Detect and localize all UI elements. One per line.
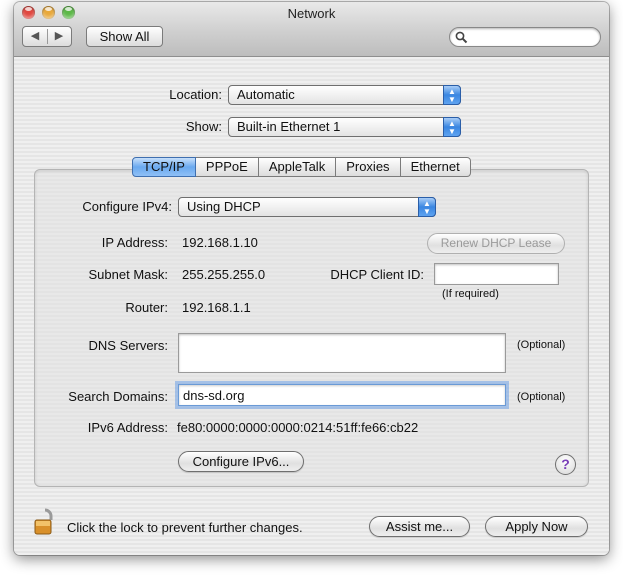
show-popup[interactable]: Built-in Ethernet 1 ▲ ▼ [228, 117, 461, 137]
segment-divider [47, 29, 48, 44]
assist-me-button[interactable]: Assist me... [369, 516, 470, 537]
dns-servers-label: DNS Servers: [88, 338, 168, 353]
subnet-mask-label: Subnet Mask: [88, 267, 169, 282]
ip-address-value: 192.168.1.10 [182, 235, 258, 250]
dhcp-client-id-label: DHCP Client ID: [330, 267, 424, 282]
help-button[interactable]: ? [555, 454, 576, 475]
location-popup[interactable]: Automatic ▲ ▼ [228, 85, 461, 105]
show-value: Built-in Ethernet 1 [237, 119, 341, 134]
if-required-hint: (If required) [442, 288, 499, 300]
popup-arrows-icon: ▲ ▼ [443, 85, 461, 105]
lock-icon[interactable] [32, 507, 58, 537]
dns-servers-input[interactable] [178, 333, 506, 373]
preferences-content: Location: Automatic ▲ ▼ Show: Built-in Et… [14, 57, 609, 555]
tab-tcpip[interactable]: TCP/IP [132, 157, 196, 177]
back-forward-control: ◀ ▶ [22, 26, 72, 47]
configure-ipv4-value: Using DHCP [187, 199, 261, 214]
ipv6-address-label: IPv6 Address: [87, 420, 168, 435]
dns-optional-hint: (Optional) [517, 339, 566, 351]
search-domains-optional-hint: (Optional) [517, 391, 566, 403]
router-label: Router: [125, 300, 168, 315]
lock-message: Click the lock to prevent further change… [67, 520, 303, 535]
router-value: 192.168.1.1 [182, 300, 251, 315]
show-all-button[interactable]: Show All [86, 26, 163, 47]
tab-bar: TCP/IP PPPoE AppleTalk Proxies Ethernet [132, 157, 471, 179]
renew-dhcp-lease-button[interactable]: Renew DHCP Lease [427, 233, 565, 254]
subnet-mask-value: 255.255.255.0 [182, 267, 266, 282]
popup-arrows-icon: ▲ ▼ [418, 197, 436, 217]
ip-address-label: IP Address: [101, 235, 168, 250]
search-input[interactable] [472, 29, 596, 47]
configure-ipv6-button[interactable]: Configure IPv6... [178, 451, 304, 472]
network-preferences-window: Network ◀ ▶ Show All Location: Automatic… [14, 2, 609, 555]
tab-proxies[interactable]: Proxies [336, 157, 401, 177]
title-bar: Network ◀ ▶ Show All [14, 2, 609, 57]
tab-ethernet[interactable]: Ethernet [400, 157, 471, 177]
dhcp-client-id-input[interactable] [434, 263, 559, 285]
configure-ipv4-popup[interactable]: Using DHCP ▲ ▼ [178, 197, 436, 217]
location-label: Location: [169, 87, 222, 102]
configure-ipv4-label: Configure IPv4: [82, 199, 172, 214]
show-label: Show: [185, 119, 222, 134]
back-arrow-icon[interactable]: ◀ [25, 27, 45, 46]
location-value: Automatic [237, 87, 295, 102]
forward-arrow-icon[interactable]: ▶ [49, 27, 69, 46]
tab-appletalk[interactable]: AppleTalk [258, 157, 337, 177]
search-icon [455, 31, 468, 44]
tab-pppoe[interactable]: PPPoE [195, 157, 259, 177]
ipv6-address-value: fe80:0000:0000:0000:0214:51ff:fe66:cb22 [177, 420, 419, 435]
search-field[interactable] [449, 27, 601, 47]
search-domains-label: Search Domains: [68, 389, 168, 404]
apply-now-button[interactable]: Apply Now [485, 516, 588, 537]
window-title: Network [287, 6, 336, 21]
search-domains-input[interactable] [178, 384, 506, 406]
popup-arrows-icon: ▲ ▼ [443, 117, 461, 137]
